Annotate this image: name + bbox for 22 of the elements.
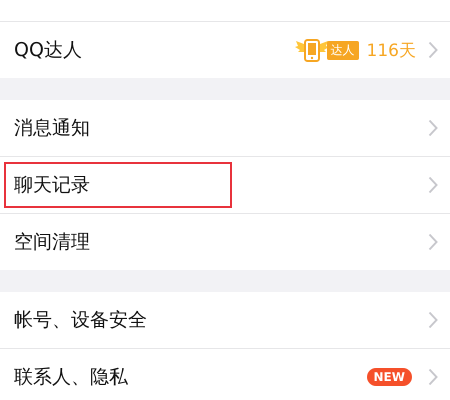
row-label: 帐号、设备安全: [13, 308, 148, 333]
row-label: QQ达人: [13, 38, 83, 63]
winged-phone-icon: [294, 38, 329, 62]
settings-row[interactable]: 消息通知: [0, 100, 450, 156]
settings-row[interactable]: 聊天记录: [0, 156, 450, 213]
row-label: 聊天记录: [4, 162, 232, 208]
chevron-icon: [428, 233, 438, 251]
chevron-icon: [428, 311, 438, 329]
talent-badge: 达人: [326, 40, 359, 60]
row-label: 空间清理: [13, 230, 91, 255]
row-label: 消息通知: [13, 116, 91, 141]
chevron-icon: [428, 41, 438, 59]
settings-row[interactable]: 联系人、隐私 NEW: [0, 348, 450, 400]
days-count: 116天: [366, 40, 416, 62]
settings-row[interactable]: 空间清理: [0, 213, 450, 270]
settings-row[interactable]: QQ达人 达人 116天: [0, 21, 450, 78]
settings-row[interactable]: 帐号、设备安全: [0, 292, 450, 348]
chevron-icon: [428, 176, 438, 194]
row-label: 联系人、隐私: [13, 365, 129, 390]
chevron-icon: [428, 119, 438, 137]
new-badge: NEW: [366, 368, 412, 386]
chevron-icon: [428, 368, 438, 386]
